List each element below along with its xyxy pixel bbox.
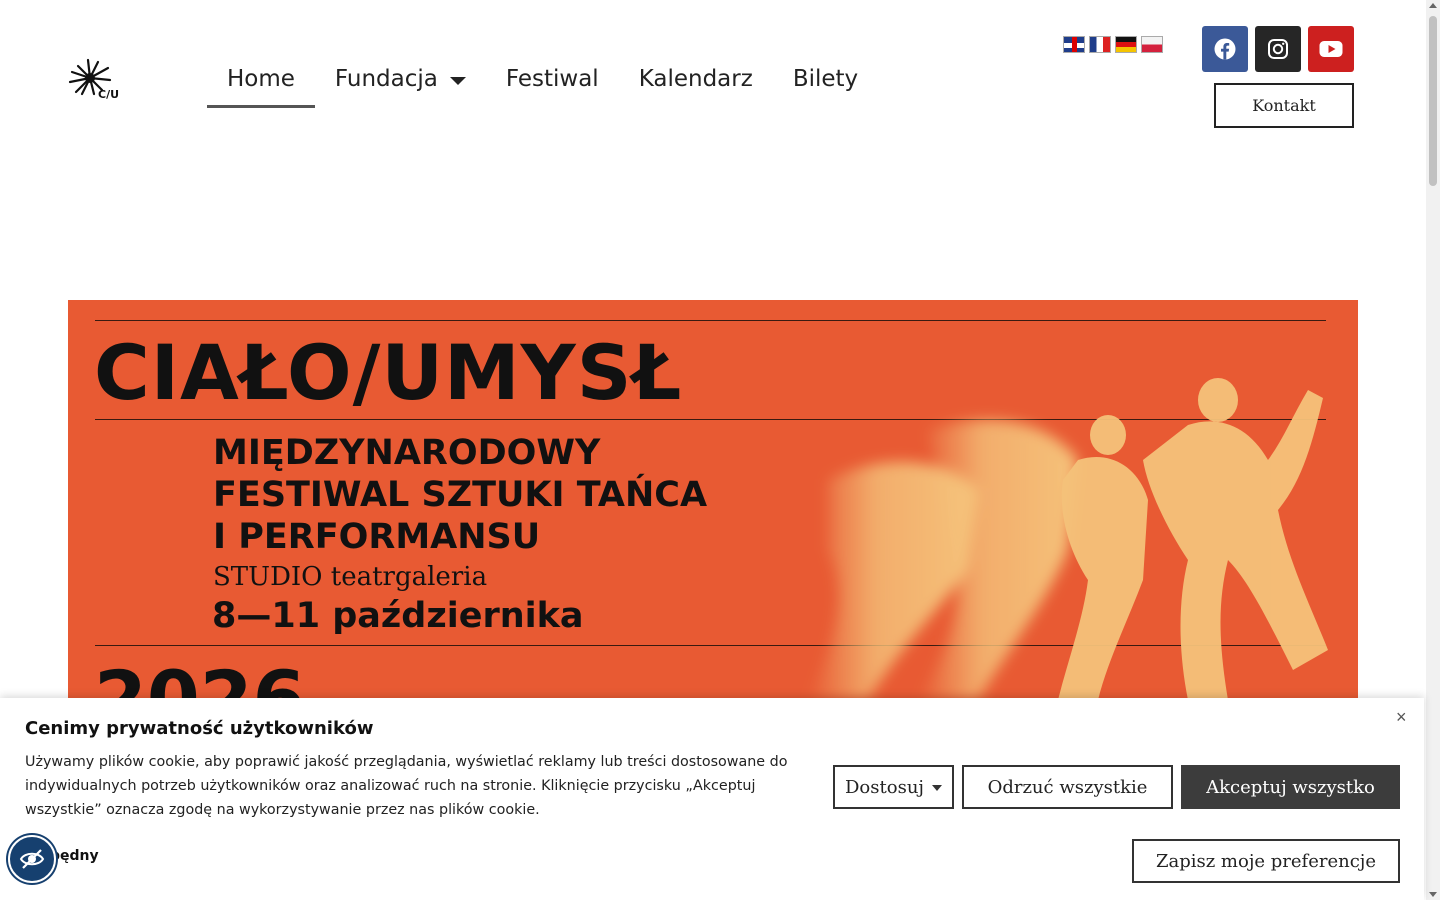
nav-item-festiwal[interactable]: Festiwal	[486, 60, 619, 104]
facebook-icon	[1214, 38, 1236, 60]
accessibility-button[interactable]	[8, 835, 56, 883]
contact-button[interactable]: Kontakt	[1214, 83, 1354, 128]
site-logo[interactable]: C/U	[68, 58, 124, 102]
dancers-illustration	[808, 378, 1328, 700]
nav-item-kalendarz[interactable]: Kalendarz	[619, 60, 773, 104]
eye-slash-icon	[19, 849, 45, 869]
youtube-icon	[1319, 41, 1343, 57]
reject-all-button[interactable]: Odrzuć wszystkie	[962, 765, 1173, 809]
banner-rule	[95, 320, 1326, 321]
nav-item-fundacja[interactable]: Fundacja	[315, 60, 486, 104]
customize-label: Dostosuj	[845, 776, 924, 798]
cookie-title: Cenimy prywatność użytkowników	[25, 718, 374, 739]
nav-item-label: Fundacja	[334, 66, 438, 92]
festival-banner[interactable]: CIAŁO/UMYSŁ MIĘDZYNARODOWY FESTIWAL SZTU…	[68, 300, 1358, 720]
close-icon[interactable]: ×	[1396, 707, 1407, 728]
accept-all-button[interactable]: Akceptuj wszystko	[1181, 765, 1400, 809]
nav-item-bilety[interactable]: Bilety	[773, 60, 878, 104]
facebook-button[interactable]	[1202, 26, 1248, 72]
nav-item-label: Bilety	[792, 66, 859, 92]
nav-item-label: Kalendarz	[638, 66, 753, 92]
banner-subtitle: MIĘDZYNARODOWY FESTIWAL SZTUKI TAŃCA I P…	[213, 433, 708, 557]
scroll-up-icon[interactable]	[1429, 3, 1437, 8]
customize-button[interactable]: Dostosuj	[833, 765, 954, 809]
necessary-cookies-label: będny	[50, 848, 99, 864]
chevron-down-icon	[449, 76, 466, 85]
nav-item-label: Home	[227, 66, 295, 92]
instagram-icon	[1268, 39, 1288, 59]
save-preferences-button[interactable]: Zapisz moje preferencje	[1132, 839, 1400, 883]
main-nav: Home Fundacja Festiwal Kalendarz Bilety	[207, 60, 878, 108]
scroll-down-icon[interactable]	[1429, 892, 1437, 897]
banner-dates: 8—11 października	[212, 596, 584, 636]
chevron-down-icon	[932, 785, 942, 791]
cookie-consent-banner: Cenimy prywatność użytkowników × Używamy…	[0, 698, 1424, 900]
banner-title: CIAŁO/UMYSŁ	[94, 328, 683, 417]
scroll-thumb[interactable]	[1429, 16, 1437, 186]
nav-item-label: Festiwal	[505, 66, 599, 92]
language-switcher	[1063, 36, 1163, 53]
nav-item-home[interactable]: Home	[207, 60, 315, 108]
cookie-text: Używamy plików cookie, aby poprawić jako…	[25, 754, 788, 818]
flag-en-icon[interactable]	[1063, 36, 1085, 53]
banner-venue: STUDIO teatrgaleria	[213, 562, 488, 592]
youtube-button[interactable]	[1308, 26, 1354, 72]
logo-burst-icon: C/U	[68, 58, 119, 101]
page-scrollbar[interactable]	[1426, 0, 1440, 900]
flag-de-icon[interactable]	[1115, 36, 1137, 53]
logo-text: C/U	[98, 88, 119, 101]
instagram-button[interactable]	[1255, 26, 1301, 72]
flag-pl-icon[interactable]	[1141, 36, 1163, 53]
flag-fr-icon[interactable]	[1089, 36, 1111, 53]
